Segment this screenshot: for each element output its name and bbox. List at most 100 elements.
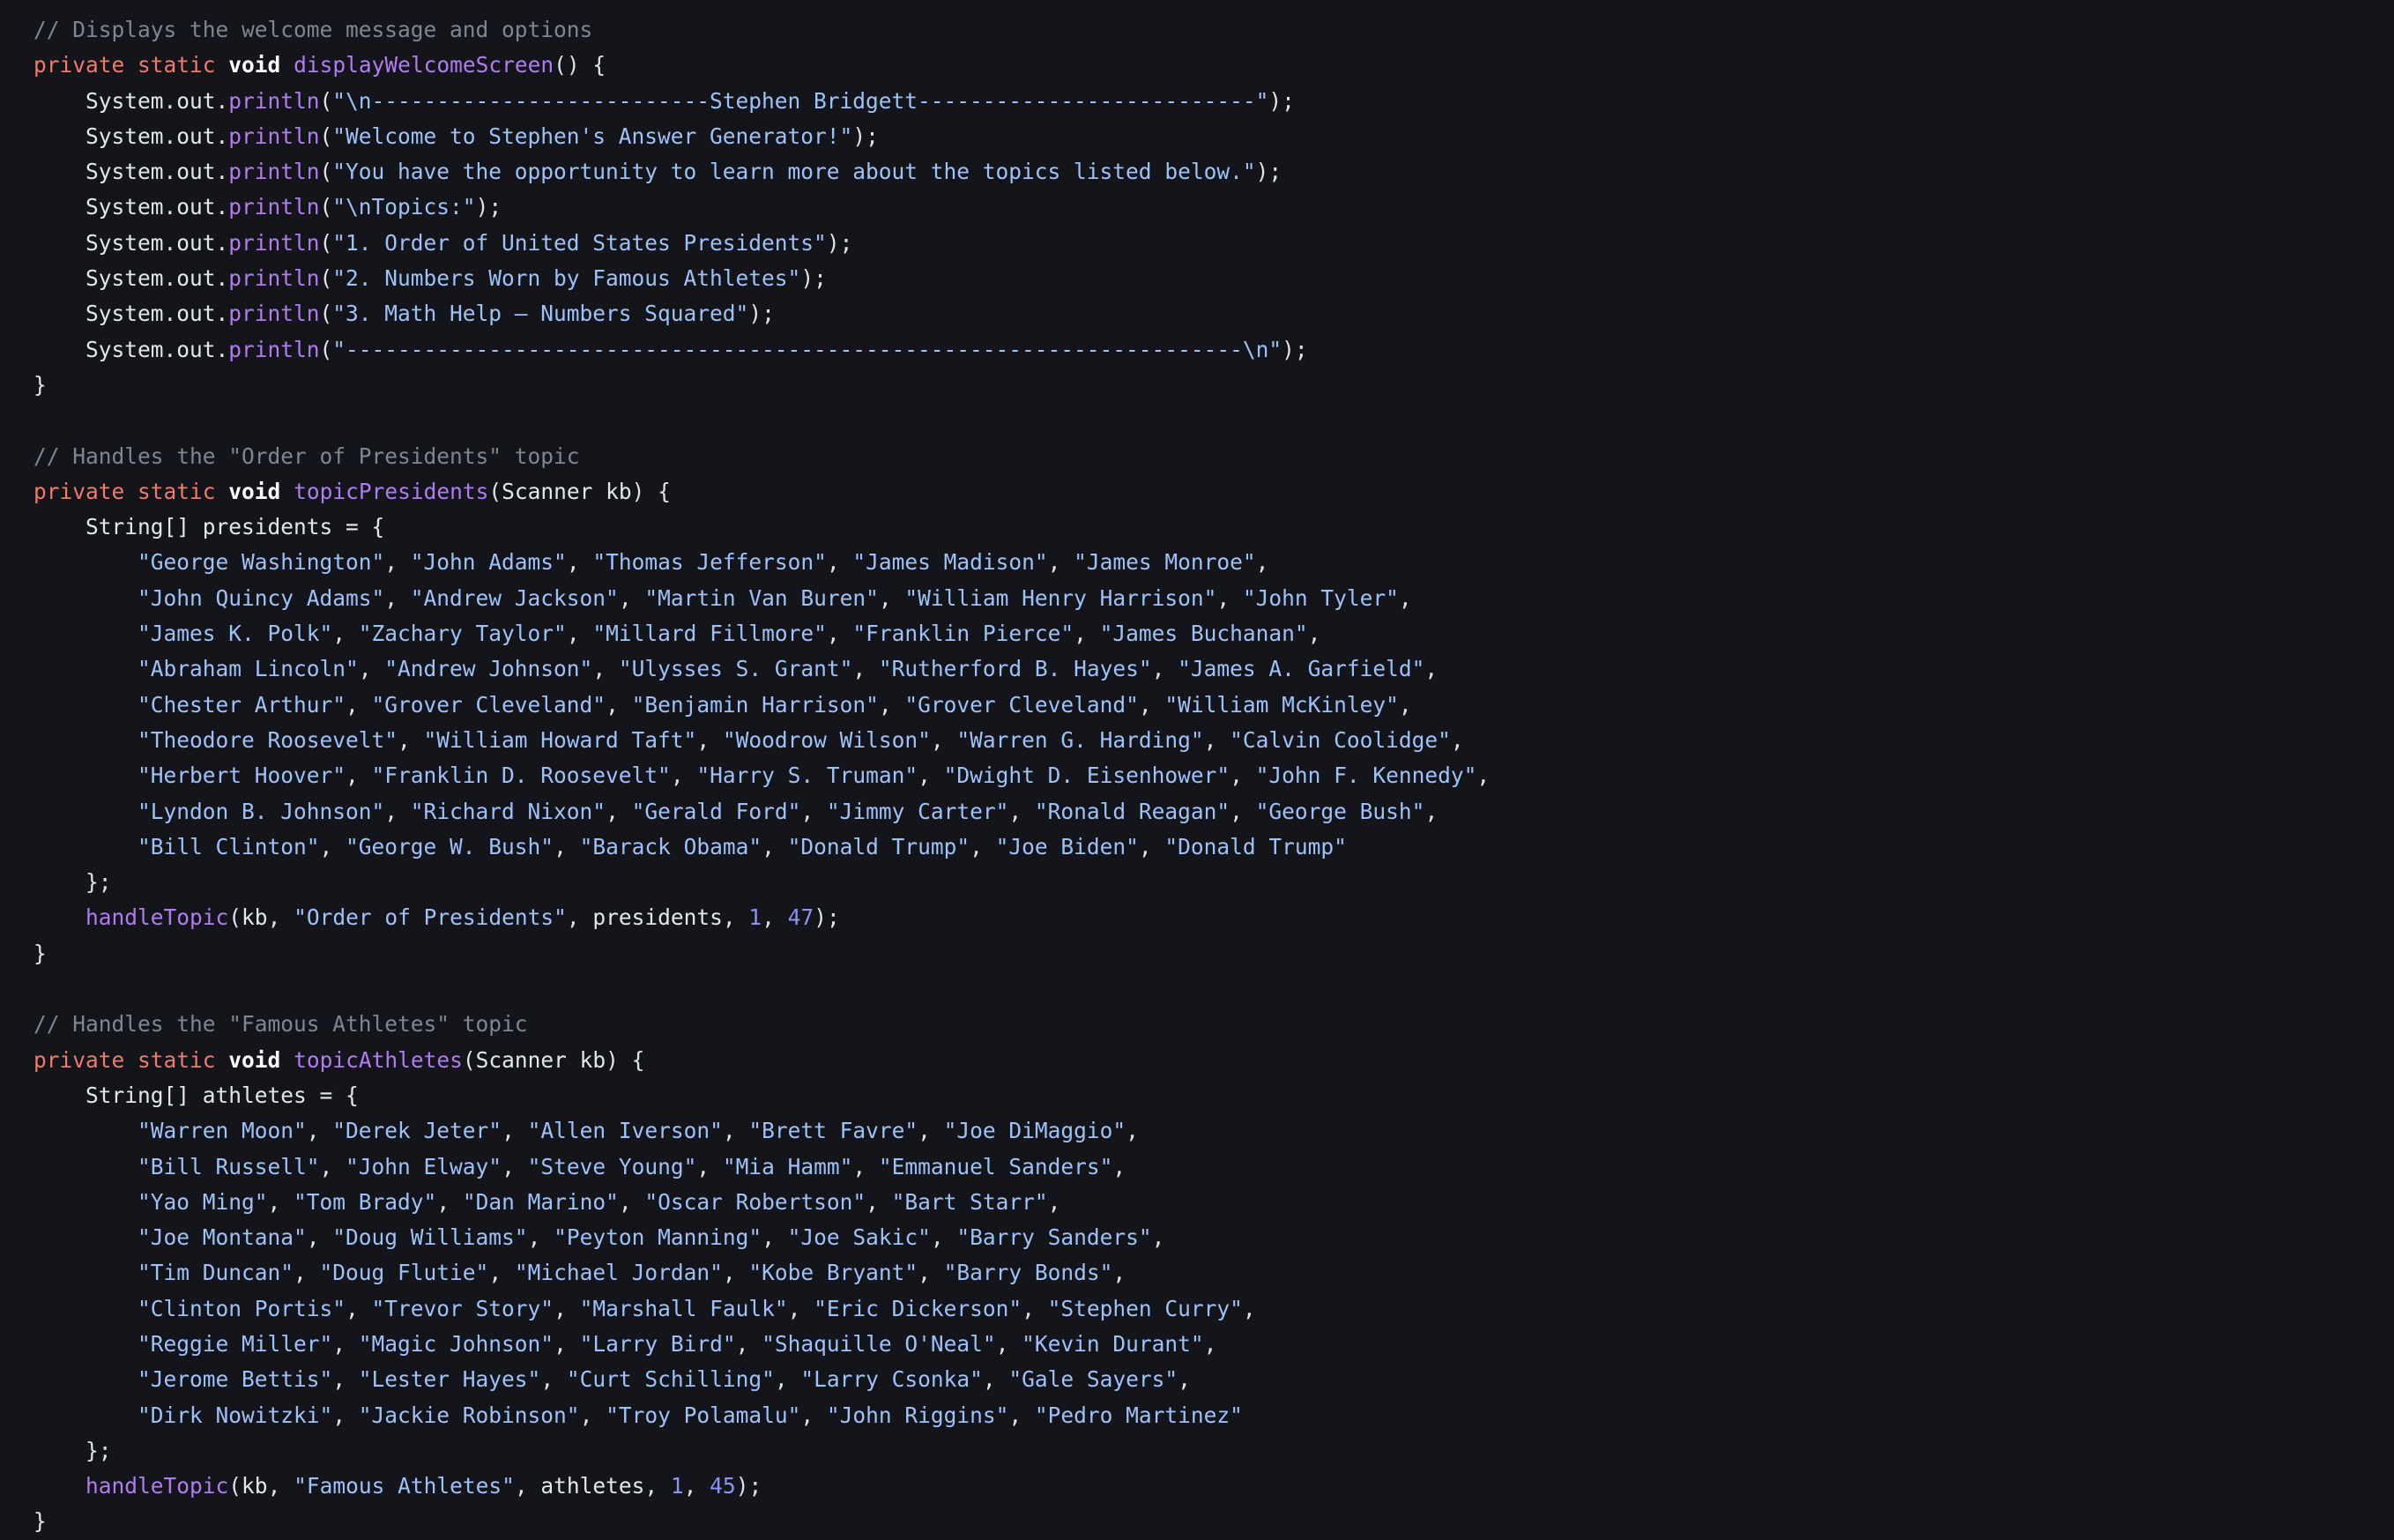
- code-token-string: "\nTopics:": [332, 194, 476, 220]
- code-line[interactable]: private static void topicAthletes(Scanne…: [33, 1043, 2394, 1078]
- code-line[interactable]: "George Washington", "John Adams", "Thom…: [33, 545, 2394, 580]
- code-token-punct: ,: [826, 621, 853, 647]
- code-line[interactable]: }: [33, 368, 2394, 403]
- code-token-punct: () {: [554, 52, 606, 78]
- code-token-fn: println: [228, 194, 320, 220]
- code-line[interactable]: "Abraham Lincoln", "Andrew Johnson", "Ul…: [33, 651, 2394, 687]
- code-line[interactable]: handleTopic(kb, "Famous Athletes", athle…: [33, 1469, 2394, 1504]
- code-token-punct: ,: [762, 904, 788, 931]
- code-line[interactable]: System.out.println("\nTopics:");: [33, 190, 2394, 225]
- code-line[interactable]: System.out.println("2. Numbers Worn by F…: [33, 261, 2394, 296]
- code-token-string: "---------------------------------------…: [332, 336, 1282, 362]
- code-token-punct: (: [319, 194, 333, 220]
- code-line[interactable]: "Yao Ming", "Tom Brady", "Dan Marino", "…: [33, 1185, 2394, 1220]
- code-line[interactable]: private static void displayWelcomeScreen…: [33, 48, 2394, 83]
- code-token-string: "Millard Fillmore": [592, 621, 827, 647]
- code-token-plain: String[] athletes = {: [33, 1082, 359, 1108]
- code-line[interactable]: "Bill Clinton", "George W. Bush", "Barac…: [33, 830, 2394, 865]
- code-editor-surface[interactable]: // Displays the welcome message and opti…: [0, 0, 2394, 1539]
- code-token-string: "Peyton Manning": [554, 1224, 762, 1251]
- code-token-punct: };: [33, 869, 112, 896]
- code-token-punct: ,: [774, 1366, 801, 1393]
- code-token-punct: ,: [502, 1118, 528, 1144]
- code-token-punct: ,: [1151, 1224, 1165, 1251]
- code-line[interactable]: "John Quincy Adams", "Andrew Jackson", "…: [33, 581, 2394, 616]
- code-token-fn: println: [228, 229, 320, 256]
- code-line[interactable]: "Jerome Bettis", "Lester Hayes", "Curt S…: [33, 1362, 2394, 1397]
- code-line[interactable]: System.out.println("You have the opportu…: [33, 154, 2394, 190]
- code-line[interactable]: "James K. Polk", "Zachary Taylor", "Mill…: [33, 616, 2394, 651]
- code-line[interactable]: // Handles the "Famous Athletes" topic: [33, 1007, 2394, 1042]
- code-token-string: "Steve Young": [527, 1153, 697, 1179]
- code-token-punct: ) {: [631, 478, 671, 504]
- code-line[interactable]: handleTopic(kb, "Order of Presidents", p…: [33, 900, 2394, 935]
- code-line[interactable]: // Displays the welcome message and opti…: [33, 12, 2394, 48]
- code-line[interactable]: System.out.println("3. Math Help — Numbe…: [33, 296, 2394, 331]
- code-line[interactable]: System.out.println("\n------------------…: [33, 84, 2394, 119]
- code-line[interactable]: }: [33, 1504, 2394, 1539]
- code-token-keyword: private static: [33, 1046, 216, 1073]
- code-line[interactable]: // Handles the "Order of Presidents" top…: [33, 439, 2394, 474]
- code-line[interactable]: String[] athletes = {: [33, 1078, 2394, 1113]
- code-line[interactable]: }: [33, 936, 2394, 971]
- code-line[interactable]: "Bill Russell", "John Elway", "Steve You…: [33, 1149, 2394, 1185]
- code-token-string: "Joe Biden": [995, 833, 1139, 859]
- code-line[interactable]: String[] presidents = {: [33, 510, 2394, 545]
- code-token-punct: ,: [502, 1153, 528, 1179]
- code-line[interactable]: "Dirk Nowitzki", "Jackie Robinson", "Tro…: [33, 1398, 2394, 1433]
- code-line[interactable]: };: [33, 1433, 2394, 1469]
- code-token-string: "William McKinley": [1164, 691, 1399, 718]
- code-token-string: "Lyndon B. Johnson": [138, 798, 385, 824]
- code-line[interactable]: "Herbert Hoover", "Franklin D. Roosevelt…: [33, 758, 2394, 793]
- code-token-punct: ,: [332, 621, 359, 647]
- code-token-keyword: private static: [33, 478, 216, 504]
- code-token-string: "3. Math Help — Numbers Squared": [332, 301, 749, 327]
- code-token-punct: ,: [670, 763, 697, 789]
- code-token-type: void: [228, 478, 281, 504]
- code-token-punct: ,: [800, 1402, 827, 1428]
- code-token-string: "\n--------------------------Stephen Bri…: [332, 87, 1269, 114]
- code-line[interactable]: System.out.println("--------------------…: [33, 332, 2394, 368]
- code-line[interactable]: "Warren Moon", "Derek Jeter", "Allen Ive…: [33, 1113, 2394, 1149]
- code-token-punct: ,: [1126, 1118, 1139, 1144]
- code-line[interactable]: "Lyndon B. Johnson", "Richard Nixon", "G…: [33, 794, 2394, 830]
- code-token-punct: ,: [319, 833, 346, 859]
- code-token-punct: (: [462, 1046, 476, 1073]
- code-token-punct: ,: [554, 1295, 580, 1321]
- code-token-string: "Pedro Martinez": [1034, 1402, 1243, 1428]
- code-line[interactable]: "Joe Montana", "Doug Williams", "Peyton …: [33, 1220, 2394, 1255]
- code-token-string: "James Buchanan": [1099, 621, 1308, 647]
- code-token-punct: (: [228, 904, 242, 931]
- code-token-plain: System.out.: [33, 301, 229, 327]
- code-token-plain: String[] presidents = {: [33, 514, 385, 540]
- code-token-punct: ,: [852, 656, 879, 682]
- code-token-punct: );: [1282, 336, 1308, 362]
- code-line[interactable]: [33, 403, 2394, 438]
- code-line[interactable]: "Tim Duncan", "Doug Flutie", "Michael Jo…: [33, 1255, 2394, 1291]
- code-token-punct: ,: [319, 1153, 346, 1179]
- code-line[interactable]: "Reggie Miller", "Magic Johnson", "Larry…: [33, 1327, 2394, 1362]
- code-line[interactable]: System.out.println("Welcome to Stephen's…: [33, 119, 2394, 154]
- code-line[interactable]: private static void topicPresidents(Scan…: [33, 474, 2394, 510]
- code-token-punct: ,: [1307, 621, 1321, 647]
- code-line[interactable]: "Theodore Roosevelt", "William Howard Ta…: [33, 723, 2394, 758]
- code-line[interactable]: [33, 971, 2394, 1007]
- code-line[interactable]: System.out.println("1. Order of United S…: [33, 226, 2394, 261]
- code-token-punct: ,: [1230, 798, 1256, 824]
- code-line[interactable]: };: [33, 865, 2394, 900]
- code-line[interactable]: "Clinton Portis", "Trevor Story", "Marsh…: [33, 1291, 2394, 1327]
- code-token-punct: ,: [332, 1402, 359, 1428]
- code-token-punct: }: [33, 1508, 47, 1535]
- code-token-string: "Order of Presidents": [294, 904, 567, 931]
- code-token-punct: ,: [1047, 1188, 1061, 1215]
- code-token-fn: println: [228, 336, 320, 362]
- code-token-string: "Doug Flutie": [319, 1260, 489, 1286]
- code-line[interactable]: "Chester Arthur", "Grover Cleveland", "B…: [33, 688, 2394, 723]
